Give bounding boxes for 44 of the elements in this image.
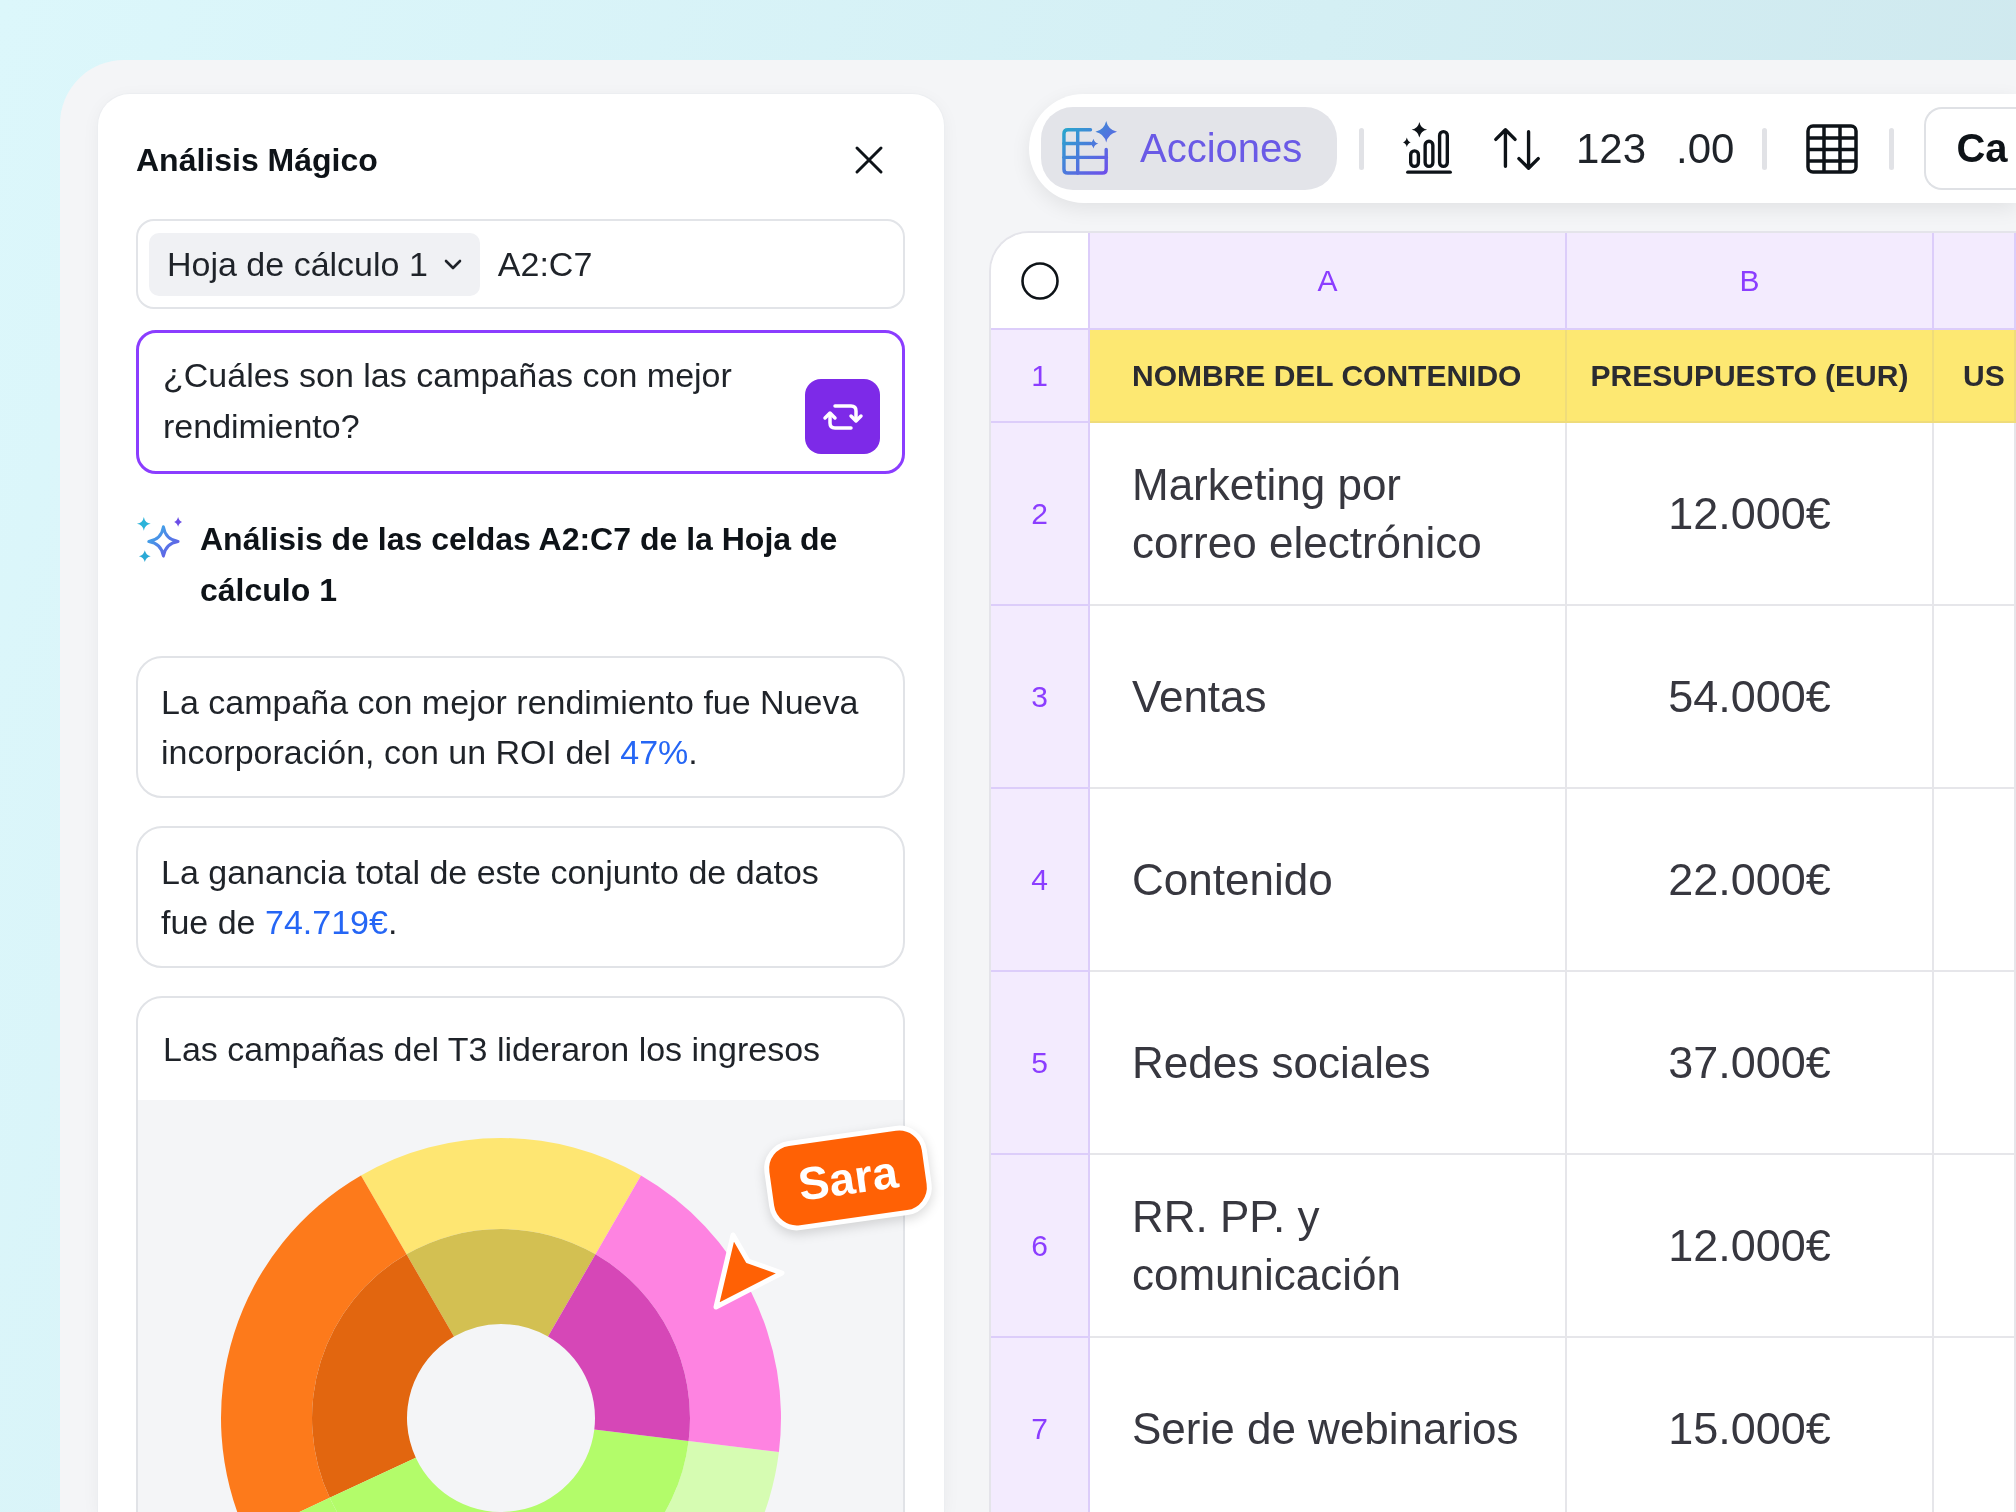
sheet-dropdown[interactable]: Hoja de cálculo 1 bbox=[149, 232, 480, 296]
row-header[interactable]: 7 bbox=[991, 1338, 1090, 1512]
table-cell: 12.000€ bbox=[1567, 1155, 1934, 1338]
panel-title: Análisis Mágico bbox=[136, 141, 378, 179]
table-cell: 15.000€ bbox=[1567, 1338, 1934, 1512]
toolbar-button[interactable]: Ca bbox=[1924, 107, 2016, 190]
chevron-down-icon bbox=[443, 258, 462, 270]
row-header[interactable]: 1 bbox=[991, 330, 1090, 423]
header-cell: NOMBRE DEL CONTENIDO bbox=[1090, 330, 1567, 423]
regenerate-button[interactable] bbox=[805, 379, 880, 454]
table-cell: Serie de webinarios bbox=[1090, 1338, 1567, 1512]
close-icon bbox=[853, 144, 885, 176]
circle-icon bbox=[1019, 260, 1060, 301]
range-input[interactable]: A2:C7 bbox=[497, 244, 593, 284]
table-cell: 12.000€ bbox=[1567, 423, 1934, 606]
prompt-field[interactable]: ¿Cuáles son las campañas con mejor rendimiento? bbox=[136, 330, 905, 474]
header-cell: PRESUPUESTO (EUR) bbox=[1567, 330, 1934, 423]
corner-cell[interactable] bbox=[991, 233, 1090, 330]
row-header[interactable]: 4 bbox=[991, 789, 1090, 972]
table-grid-icon bbox=[1805, 121, 1860, 176]
insight-text: La ganancia total de este conjunto de datos fue de 74.719€. bbox=[161, 852, 820, 943]
row-header[interactable]: 2 bbox=[991, 423, 1090, 606]
table-cell: 54.000€ bbox=[1567, 606, 1934, 789]
table-sparkle-icon bbox=[1061, 120, 1118, 177]
table-cell: Contenido bbox=[1090, 789, 1567, 972]
row-header[interactable]: 3 bbox=[991, 606, 1090, 789]
format-button[interactable]: .00 bbox=[1670, 116, 1741, 181]
table-cell: Redes sociales bbox=[1090, 972, 1567, 1155]
table-cell: 22.000€ bbox=[1567, 789, 1934, 972]
actions-button[interactable]: Acciones bbox=[1041, 107, 1337, 190]
column-header[interactable]: A bbox=[1090, 233, 1567, 330]
row-header[interactable]: 6 bbox=[991, 1155, 1090, 1338]
format-button[interactable]: 123 bbox=[1570, 116, 1653, 181]
analysis-heading: Análisis de las celdas A2:C7 de la Hoja de cálculo 1 bbox=[200, 520, 839, 610]
sparkle-icon bbox=[136, 516, 183, 563]
table-cell: 37.000€ bbox=[1567, 972, 1934, 1155]
table-cell: Marketing por correo electrónico bbox=[1090, 423, 1567, 606]
column-header[interactable]: B bbox=[1567, 233, 1934, 330]
header-cell: US bbox=[1934, 330, 2016, 423]
table-cell: RR. PP. y comunicación bbox=[1090, 1155, 1567, 1338]
row-header[interactable]: 5 bbox=[991, 972, 1090, 1155]
chart-title: Las campañas del T3 lideraron los ingresos bbox=[162, 1029, 822, 1070]
table-cell: Ventas bbox=[1090, 606, 1567, 789]
insight-text: La campaña con mejor rendimiento fue Nueva incorporación, con un ROI del 47%. bbox=[161, 682, 860, 773]
